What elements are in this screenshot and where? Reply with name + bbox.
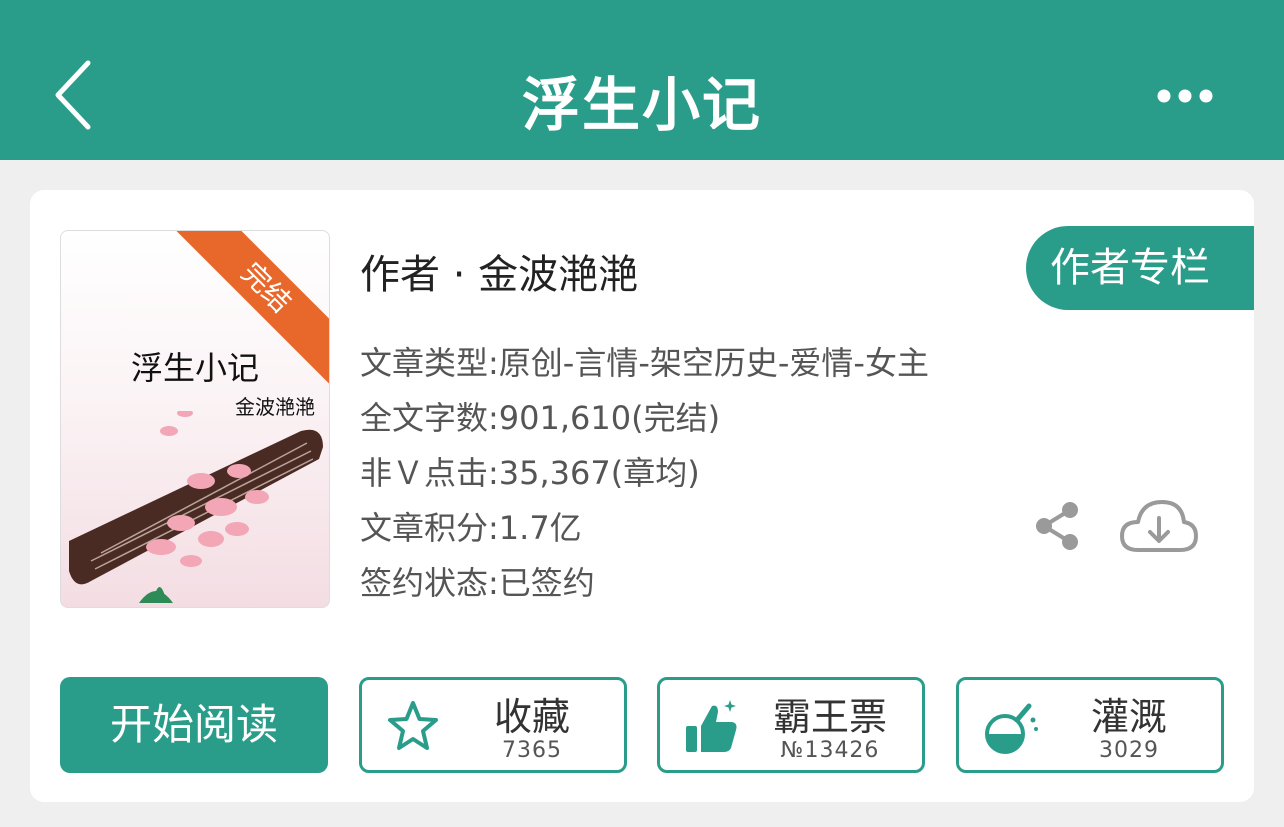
- cover-illustration: [69, 411, 323, 603]
- favorite-label: 收藏: [493, 695, 570, 739]
- nutrient-button[interactable]: 灌溉 3029: [956, 677, 1224, 773]
- share-button[interactable]: [1030, 498, 1086, 554]
- nutrient-count: 3029: [1099, 738, 1159, 763]
- author-column-button[interactable]: 作者专栏: [1026, 226, 1254, 310]
- top-bar: 浮生小记: [0, 0, 1284, 160]
- book-cover[interactable]: 完结 浮生小记 金波滟滟: [60, 230, 330, 608]
- favorite-button[interactable]: 收藏 7365: [359, 677, 627, 773]
- ticket-button[interactable]: 霸王票 №13426: [657, 677, 925, 773]
- score-text: 文章积分:1.7亿: [360, 509, 582, 547]
- ticket-label: 霸王票: [772, 695, 887, 739]
- nutrient-label: 灌溉: [1090, 695, 1167, 739]
- clicks-text: 非Ｖ点击:35,367(章均): [360, 454, 700, 492]
- genre-text: 文章类型:原创-言情-架空历史-爱情-女主: [360, 344, 929, 382]
- author-name[interactable]: 作者 · 金波滟滟: [360, 242, 638, 300]
- share-icon: [1036, 502, 1078, 550]
- ticket-count: №13426: [780, 738, 880, 763]
- thumbs-up-icon: [686, 700, 737, 752]
- start-reading-button[interactable]: 开始阅读: [60, 677, 328, 773]
- cloud-download-icon: [1120, 500, 1198, 552]
- word-count-text: 全文字数:901,610(完结): [360, 399, 721, 437]
- star-icon: [388, 701, 438, 750]
- flask-icon: [985, 703, 1038, 754]
- page-title: 浮生小记: [521, 71, 762, 139]
- more-button[interactable]: [1150, 78, 1220, 114]
- favorite-count: 7365: [502, 738, 562, 763]
- more-dots-icon: [1157, 89, 1213, 103]
- cover-title: 浮生小记: [130, 349, 259, 387]
- book-card: 完结 浮生小记 金波滟滟 作者 · 金波滟滟 作者专栏 文章类型:原创-言情-架…: [30, 190, 1254, 802]
- contract-status-text: 签约状态:已签约: [360, 564, 595, 602]
- download-button[interactable]: [1118, 496, 1198, 556]
